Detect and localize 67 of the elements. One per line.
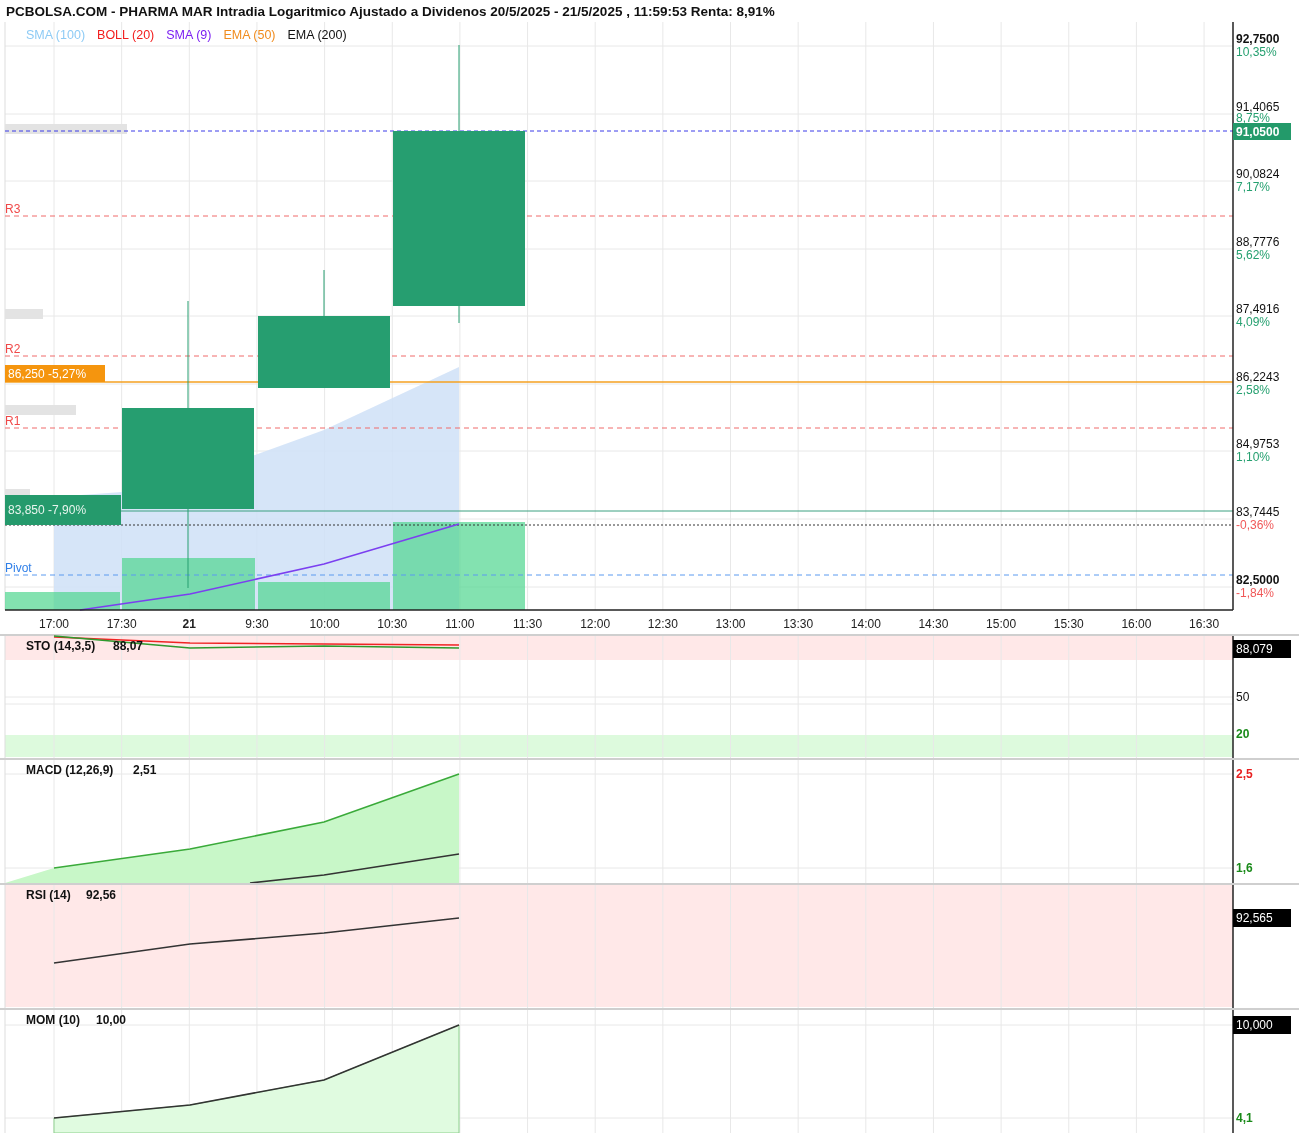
faded-marker [5, 309, 43, 319]
indicator-title: MOM (10) [26, 1013, 80, 1027]
indicator-title: RSI (14) [26, 888, 71, 902]
percent-label: -1,84% [1236, 586, 1275, 600]
time-label: 14:00 [850, 617, 881, 631]
legend-item: EMA (200) [287, 27, 347, 44]
time-label: 13:30 [783, 617, 814, 631]
value-tag: 92,565 [1233, 909, 1291, 927]
value-tag: 88,079 [1233, 640, 1291, 658]
time-label: 17:00 [39, 617, 69, 631]
price-label: 92,7500 [1236, 32, 1280, 46]
price-label: 91,4065 [1236, 100, 1280, 114]
percent-label: 1,10% [1236, 450, 1271, 464]
time-label: 11:30 [513, 617, 543, 631]
price-label: 84,9753 [1236, 437, 1280, 451]
indicator-value: 2,51 [133, 763, 157, 777]
level-label: Pivot [5, 561, 32, 575]
axis-label: 4,1 [1236, 1111, 1253, 1125]
legend-item: SMA (100) [26, 27, 86, 44]
percent-label: 4,09% [1236, 315, 1271, 329]
axis-label: 50 [1236, 690, 1250, 704]
percent-label: -0,36% [1236, 518, 1275, 532]
legend-item: BOLL (20) [97, 27, 155, 44]
indicator-title: MACD (12,26,9) [26, 763, 114, 777]
current-price-tag: 91,0500 [1233, 123, 1291, 140]
time-label: 10:30 [377, 617, 408, 631]
time-label: 13:00 [715, 617, 746, 631]
percent-label: 5,62% [1236, 248, 1271, 262]
level-label: R2 [5, 342, 21, 356]
time-label: 9:30 [245, 617, 269, 631]
time-label: 15:30 [1053, 617, 1084, 631]
price-label: 86,2243 [1236, 370, 1280, 384]
time-label: 21 [182, 617, 196, 631]
time-label: 10:00 [309, 617, 340, 631]
axis-label: 1,6 [1236, 861, 1253, 875]
time-label: 17:30 [106, 617, 137, 631]
percent-label: 7,17% [1236, 180, 1271, 194]
axis-label: 2,5 [1236, 767, 1253, 781]
time-label: 16:30 [1189, 617, 1220, 631]
price-label: 83,7445 [1236, 505, 1280, 519]
price-label: 88,7776 [1236, 235, 1280, 249]
indicator-value: 10,00 [96, 1013, 127, 1027]
price-label: 87,4916 [1236, 302, 1280, 316]
price-tag: 86,250 -5,27% [5, 365, 105, 382]
indicator-title: STO (14,3,5) [26, 639, 96, 653]
time-label: 11:00 [445, 617, 475, 631]
indicator-value: 88,07 [113, 639, 144, 653]
time-label: 14:30 [918, 617, 949, 631]
legend-item: EMA (50) [223, 27, 276, 44]
time-label: 12:30 [647, 617, 678, 631]
time-label: 16:00 [1121, 617, 1152, 631]
price-label: 90,0824 [1236, 167, 1280, 181]
axis-label: 20 [1236, 727, 1250, 741]
value-tag: 10,000 [1233, 1016, 1291, 1034]
legend-item: SMA (9) [166, 27, 212, 44]
level-label: R1 [5, 414, 21, 428]
time-label: 15:00 [986, 617, 1017, 631]
chart-title: PCBOLSA.COM - PHARMA MAR Intradia Logaritmico Ajustado a Dividenos 20/5/2025 - 21/5/2025 , 11:59:53 Renta: 8,91% [5, 3, 776, 21]
percent-label: 8,75% [1236, 111, 1271, 125]
level-label: R3 [5, 202, 21, 216]
time-label: 12:00 [580, 617, 611, 631]
percent-label: 10,35% [1236, 45, 1277, 59]
faded-marker [5, 405, 76, 415]
percent-label: 2,58% [1236, 383, 1271, 397]
price-label: 82,5000 [1236, 573, 1280, 587]
price-tag: 83,850 -7,90% [5, 495, 121, 525]
indicator-value: 92,56 [86, 888, 117, 902]
